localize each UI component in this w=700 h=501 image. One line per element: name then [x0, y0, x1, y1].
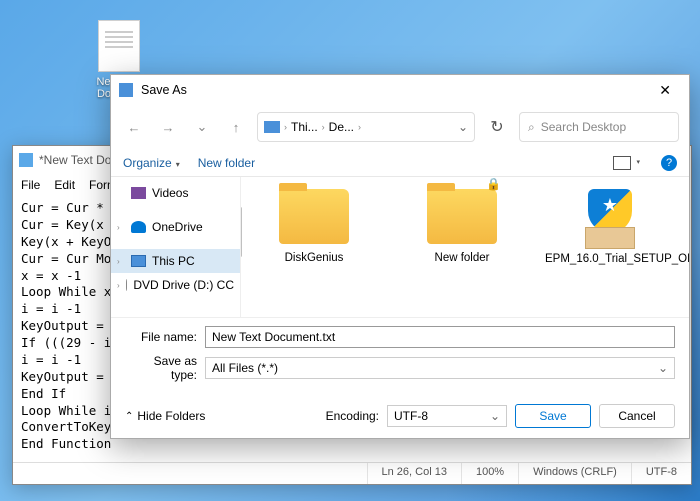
file-item-folder[interactable]: New folder — [397, 189, 527, 305]
status-eol: Windows (CRLF) — [518, 463, 631, 484]
status-zoom: 100% — [461, 463, 518, 484]
folder-icon — [279, 189, 349, 244]
help-button[interactable]: ? — [661, 155, 677, 171]
menu-edit[interactable]: Edit — [48, 176, 81, 194]
breadcrumb-segment[interactable]: Thi... — [291, 120, 318, 134]
navigation-tree: Videos ›OneDrive ›This PC ›DVD Drive (D:… — [111, 177, 241, 317]
nav-recent-button[interactable]: ⌄ — [189, 114, 215, 140]
encoding-select[interactable]: UTF-8 — [387, 405, 507, 427]
tree-item-videos[interactable]: Videos — [111, 181, 240, 205]
notepad-title: *New Text Doc — [39, 153, 117, 167]
status-position: Ln 26, Col 13 — [367, 463, 461, 484]
videos-icon — [131, 187, 146, 199]
breadcrumb-segment[interactable]: De... — [329, 120, 354, 134]
breadcrumb-sep-icon: › — [358, 122, 361, 132]
hide-folders-button[interactable]: Hide Folders — [125, 409, 205, 423]
dialog-titlebar[interactable]: Save As ✕ — [111, 75, 689, 105]
nav-up-button[interactable]: ↑ — [223, 114, 249, 140]
search-input[interactable]: ⌕ Search Desktop — [519, 112, 679, 142]
tree-item-this-pc[interactable]: ›This PC — [111, 249, 240, 273]
nav-forward-button[interactable]: → — [155, 114, 181, 140]
tree-item-dvd-drive[interactable]: ›DVD Drive (D:) CC — [111, 273, 240, 297]
save-as-dialog: Save As ✕ ← → ⌄ ↑ › Thi... › De... › ⌄ ↻… — [110, 74, 690, 439]
refresh-button[interactable]: ↻ — [483, 113, 511, 141]
cancel-button[interactable]: Cancel — [599, 404, 675, 428]
notepad-icon — [19, 153, 33, 167]
savetype-select[interactable]: All Files (*.*) — [205, 357, 675, 379]
search-placeholder: Search Desktop — [541, 120, 626, 134]
installer-icon — [575, 189, 645, 249]
organize-button[interactable]: Organize — [123, 156, 180, 170]
status-encoding: UTF-8 — [631, 463, 691, 484]
text-file-icon — [98, 20, 140, 72]
cloud-icon — [131, 221, 146, 233]
file-item-exe[interactable]: EPM_16.0_Trial_SETUP_OB_B11.ex — [545, 189, 675, 305]
file-item-folder[interactable]: DiskGenius — [249, 189, 379, 305]
folder-locked-icon — [427, 189, 497, 244]
nav-back-button[interactable]: ← — [121, 114, 147, 140]
new-folder-button[interactable]: New folder — [198, 156, 255, 170]
pc-icon — [131, 255, 146, 267]
breadcrumb-sep-icon: › — [322, 122, 325, 132]
encoding-label: Encoding: — [326, 409, 379, 423]
tree-item-onedrive[interactable]: ›OneDrive — [111, 215, 240, 239]
save-button[interactable]: Save — [515, 404, 591, 428]
pc-icon — [264, 121, 280, 133]
close-button[interactable]: ✕ — [649, 78, 681, 103]
menu-file[interactable]: File — [15, 176, 46, 194]
disc-icon — [126, 279, 128, 291]
savetype-label: Save as type: — [125, 354, 197, 382]
filename-label: File name: — [125, 330, 197, 344]
search-icon: ⌕ — [528, 120, 535, 135]
dialog-icon — [119, 83, 133, 97]
address-bar[interactable]: › Thi... › De... › ⌄ — [257, 112, 475, 142]
dialog-title: Save As — [141, 83, 187, 97]
file-list[interactable]: DiskGenius New folder EPM_16.0_Trial_SET… — [241, 177, 689, 317]
addr-dropdown-icon[interactable]: ⌄ — [458, 120, 468, 134]
notepad-statusbar: Ln 26, Col 13 100% Windows (CRLF) UTF-8 — [13, 462, 691, 484]
view-mode-button[interactable] — [613, 156, 631, 170]
breadcrumb-sep-icon: › — [284, 122, 287, 132]
filename-input[interactable] — [205, 326, 675, 348]
